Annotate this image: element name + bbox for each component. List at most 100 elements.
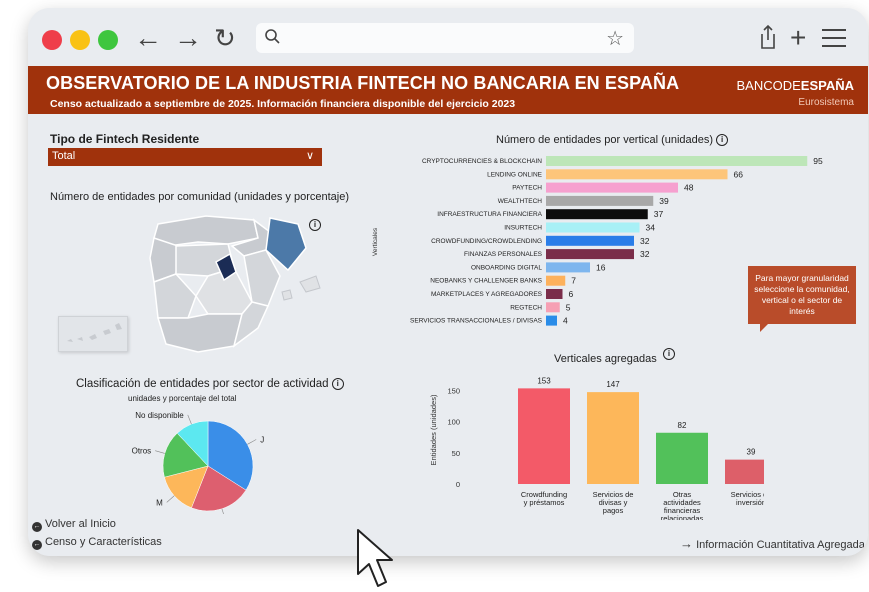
- hbar-bar: [546, 302, 560, 313]
- hbar-axis-label: Verticales: [372, 227, 379, 256]
- hbar-info-icon[interactable]: i: [716, 134, 729, 147]
- hbar-bar: [546, 249, 634, 260]
- minimize-window-button[interactable]: [70, 30, 90, 50]
- chevron-down-icon: ∨: [305, 150, 314, 162]
- hbar-category-label: SERVICIOS TRANSACCIONALES / DIVISAS: [410, 318, 543, 325]
- vbar-bar: [518, 388, 570, 484]
- vbar-bar: [587, 392, 639, 484]
- vbar-tick-label: 0: [456, 480, 460, 489]
- vbar-value-label: 82: [678, 421, 687, 430]
- browser-toolbar: ← → ↻ ☆ +: [28, 8, 868, 66]
- map-region-andalusia[interactable]: [156, 313, 243, 353]
- back-home-link[interactable]: ← Volver al Inicio: [32, 518, 116, 532]
- hbar-category-label: MARKETPLACES Y AGREGADORES: [431, 291, 543, 298]
- map-info-icon[interactable]: i: [309, 219, 321, 231]
- arrow-right-icon: →: [680, 536, 693, 551]
- select-value: Total: [52, 150, 76, 162]
- hbar-category-label: INSURTECH: [504, 225, 542, 232]
- forward-arrow-icon[interactable]: →: [174, 24, 202, 52]
- hbar-value-label: 37: [654, 209, 664, 219]
- hbar-bar: [546, 156, 808, 166]
- vbar-bar: [725, 459, 764, 484]
- page-header-banner: OBSERVATORIO DE LA INDUSTRIA FINTECH NO …: [28, 66, 868, 114]
- hbar-category-label: CROWDFUNDING/CROWDLENDING: [431, 238, 542, 245]
- hbar-value-label: 39: [659, 196, 669, 206]
- pie-slice-label: Otros: [132, 447, 152, 456]
- new-tab-plus-icon[interactable]: +: [790, 22, 806, 54]
- pie-leader-line: [155, 450, 165, 454]
- pie-title: Clasificación de entidades por sector de…: [76, 378, 344, 390]
- hbar-bar: [546, 169, 728, 180]
- pie-slice-label: M: [156, 498, 163, 507]
- hbar-category-label: REGTECH: [510, 304, 542, 311]
- pie-subtitle: unidades y porcentaje del total: [128, 394, 237, 403]
- address-bar[interactable]: ☆: [256, 23, 634, 53]
- close-window-button[interactable]: [42, 30, 62, 50]
- search-icon: [265, 29, 280, 44]
- map-region-balearic[interactable]: [299, 275, 321, 293]
- pie-leader-line: [187, 414, 192, 425]
- sector-pie-chart[interactable]: JKMOtrosNo disponible: [88, 404, 288, 514]
- mouse-cursor-icon: [357, 529, 393, 587]
- hbar-bar: [546, 222, 640, 233]
- reload-icon[interactable]: ↻: [214, 24, 236, 52]
- dashboard-content: Tipo de Fintech Residente Total ∨ Número…: [28, 114, 868, 556]
- vbar-tick-label: 50: [452, 449, 460, 458]
- brand-logo: BANCODEESPAÑA: [736, 78, 854, 93]
- hbar-bar: [546, 275, 566, 286]
- quant-info-link[interactable]: → Información Cuantitativa Agregada: [680, 536, 865, 551]
- pie-leader-line: [247, 439, 257, 445]
- menu-icon[interactable]: [822, 28, 846, 48]
- brand-sub: Eurosistema: [798, 97, 854, 108]
- vbar-info-icon[interactable]: i: [663, 348, 675, 360]
- canary-islands-inset[interactable]: [58, 316, 128, 352]
- pie-leader-line: [221, 508, 224, 514]
- hbar-value-label: 16: [596, 262, 606, 272]
- hbar-bar: [546, 209, 648, 220]
- hbar-category-label: WEALTHTECH: [498, 198, 543, 205]
- hbar-value-label: 95: [813, 156, 823, 166]
- hbar-bar: [546, 262, 590, 273]
- hbar-category-label: CRYPTOCURRENCIES & BLOCKCHAIN: [422, 158, 542, 165]
- hbar-category-label: ONBOARDING DIGITAL: [471, 264, 542, 271]
- hbar-bar: [546, 315, 557, 326]
- hbar-value-label: 5: [566, 302, 571, 312]
- arrow-left-circle-icon: ←: [32, 522, 42, 532]
- maximize-window-button[interactable]: [98, 30, 118, 50]
- hbar-bar: [546, 182, 678, 193]
- hbar-value-label: 32: [640, 249, 650, 259]
- vbar-category-label: inversión: [736, 498, 764, 507]
- back-arrow-icon[interactable]: ←: [134, 24, 162, 52]
- hbar-bar: [546, 195, 654, 206]
- share-icon[interactable]: [758, 24, 778, 50]
- hbar-value-label: 66: [734, 169, 744, 179]
- vbar-tick-label: 150: [447, 386, 460, 395]
- bookmark-star-icon[interactable]: ☆: [606, 26, 624, 51]
- canary-islands-shapes: [67, 323, 122, 342]
- pie-info-icon[interactable]: i: [331, 378, 344, 390]
- map-region-balearic-2: [281, 289, 293, 301]
- vbar-category-label: pagos: [603, 506, 624, 515]
- hbar-value-label: 32: [640, 236, 650, 246]
- hbar-value-label: 7: [571, 276, 576, 286]
- hbar-category-label: NEOBANKS Y CHALLENGER BANKS: [430, 278, 542, 285]
- vbar-tick-label: 100: [447, 418, 460, 427]
- hbar-title: Número de entidades por vertical (unidad…: [496, 134, 729, 147]
- page-title: OBSERVATORIO DE LA INDUSTRIA FINTECH NO …: [46, 73, 680, 93]
- vbar-category-label: relacionadas: [661, 514, 704, 520]
- aggregated-bar-chart[interactable]: Entidades (unidades)050100150153Crowdfun…: [424, 370, 764, 520]
- map-title: Número de entidades por comunidad (unida…: [50, 191, 350, 203]
- census-link[interactable]: ← Censo y Características: [32, 536, 162, 550]
- fintech-type-select[interactable]: Total ∨: [48, 148, 322, 166]
- hbar-value-label: 48: [684, 183, 694, 193]
- hbar-value-label: 6: [569, 289, 574, 299]
- vbar-value-label: 153: [537, 376, 551, 385]
- map-region-extremadura[interactable]: [153, 273, 197, 319]
- hbar-value-label: 4: [563, 316, 568, 326]
- map-region-north[interactable]: [153, 215, 259, 247]
- filter-label: Tipo de Fintech Residente: [50, 132, 200, 146]
- browser-window: ← → ↻ ☆ + OBSERVATORIO DE LA INDUSTRIA F…: [28, 8, 868, 556]
- hbar-category-label: PAYTECH: [512, 185, 542, 192]
- vbar-axis-label: Entidades (unidades): [429, 394, 438, 465]
- hbar-bar: [546, 289, 563, 299]
